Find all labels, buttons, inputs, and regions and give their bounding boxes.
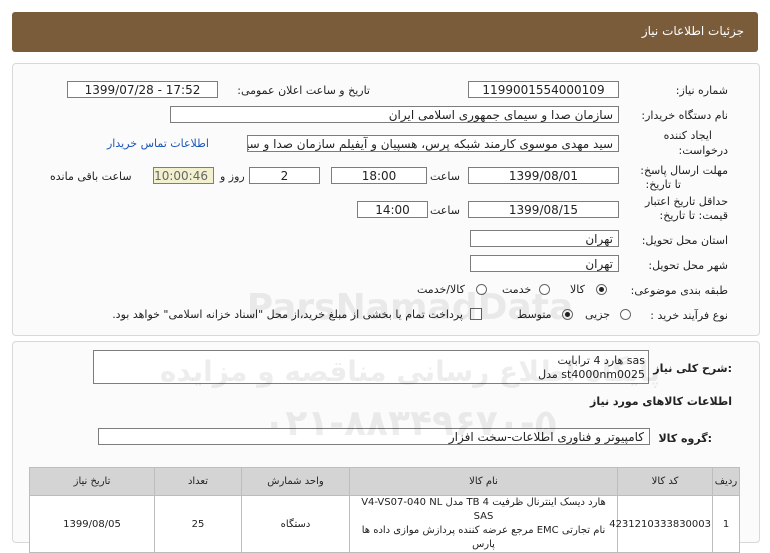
process-radio-minor[interactable] xyxy=(620,309,631,320)
remaining-time-label: ساعت باقی مانده xyxy=(50,170,132,183)
col-header-name: نام کالا xyxy=(349,467,618,496)
need-number-field[interactable]: 1199001554000109 xyxy=(468,81,619,98)
province-label: استان محل تحویل: xyxy=(641,234,728,247)
category-option-goods: کالا xyxy=(570,283,585,296)
validity-time-field[interactable]: 14:00 xyxy=(357,201,428,218)
announce-date-field[interactable]: 1399/07/28 - 17:52 xyxy=(67,81,218,98)
table-header-row: ردیف کد کالا نام کالا واحد شمارش تعداد ت… xyxy=(29,467,740,496)
page-title: جزئیات اطلاعات نیاز xyxy=(641,24,744,38)
buyer-field[interactable]: سازمان صدا و سیمای جمهوری اسلامی ایران xyxy=(170,106,619,123)
deadline-time-label: ساعت xyxy=(430,170,460,183)
buyer-contact-link[interactable]: اطلاعات تماس خریدار xyxy=(107,137,209,150)
goods-table: ردیف کد کالا نام کالا واحد شمارش تعداد ت… xyxy=(29,467,740,553)
goods-group-label: گروه کالا: xyxy=(658,432,712,445)
category-radio-goods[interactable] xyxy=(596,284,607,295)
cell-index: 1 xyxy=(712,495,740,553)
requester-label-1: ایجاد کننده xyxy=(663,129,712,142)
deadline-time-field[interactable]: 18:00 xyxy=(331,167,427,184)
process-option-medium: متوسط xyxy=(517,308,552,321)
description-line-1: هارد 4 ترابایت sas xyxy=(557,354,645,367)
process-radio-medium[interactable] xyxy=(562,309,573,320)
buyer-label: نام دستگاه خریدار: xyxy=(641,109,728,122)
deadline-date-field[interactable]: 1399/08/01 xyxy=(468,167,619,184)
validity-label-2: قیمت: تا تاریخ: xyxy=(659,209,728,222)
remaining-time-field: 10:00:46 xyxy=(153,167,214,184)
description-label: شرح کلی نیاز: xyxy=(653,362,732,375)
days-remaining-field[interactable]: 2 xyxy=(249,167,320,184)
process-label: نوع فرآیند خرید : xyxy=(650,309,728,322)
cell-unit: دستگاه xyxy=(241,495,350,553)
cell-date: 1399/08/05 xyxy=(29,495,155,553)
deadline-label-1: مهلت ارسال پاسخ: xyxy=(640,164,728,177)
announce-date-label: تاریخ و ساعت اعلان عمومی: xyxy=(237,84,370,97)
city-label: شهر محل تحویل: xyxy=(648,259,728,272)
days-label: روز و xyxy=(220,170,245,183)
category-radio-both[interactable] xyxy=(476,284,487,295)
table-row[interactable]: 1 4231210333830003 هارد دیسک اینترنال ظر… xyxy=(29,495,740,553)
cell-code: 4231210333830003 xyxy=(609,495,713,553)
city-field[interactable]: تهران xyxy=(470,255,619,272)
process-option-minor: جزیی xyxy=(585,308,611,321)
validity-label-1: حداقل تاریخ اعتبار xyxy=(644,195,728,208)
requester-field[interactable]: سید مهدی موسوی کارمند شبکه پرس، هسپیان و… xyxy=(247,135,619,152)
goods-section-title: اطلاعات کالاهای مورد نیاز xyxy=(590,395,732,408)
col-header-index: ردیف xyxy=(712,467,740,496)
cell-name-line-1: هارد دیسک اینترنال ظرفیت 4 TB مدل V4-VS0… xyxy=(361,497,606,522)
page-header: جزئیات اطلاعات نیاز xyxy=(12,12,758,52)
cell-name: هارد دیسک اینترنال ظرفیت 4 TB مدل V4-VS0… xyxy=(349,495,618,553)
cell-name-line-3: پارس xyxy=(472,539,495,550)
goods-group-field[interactable]: کامپیوتر و فناوری اطلاعات-سخت افزار xyxy=(98,428,650,445)
category-option-both: کالا/خدمت xyxy=(417,283,465,296)
treasury-payment-note: پرداخت تمام یا بخشی از مبلغ خرید،از محل … xyxy=(112,308,463,321)
cell-name-line-2: نام تجارتی EMC مرجع عرضه کننده پردازش مو… xyxy=(361,525,606,536)
description-box[interactable]: هارد 4 ترابایت sas مدل st4000nm0025 xyxy=(93,350,649,384)
deadline-label-2: تا تاریخ: xyxy=(645,178,681,191)
requester-label-2: درخواست: xyxy=(678,144,728,157)
col-header-unit: واحد شمارش xyxy=(241,467,350,496)
category-option-service: خدمت xyxy=(502,283,532,296)
col-header-code: کد کالا xyxy=(617,467,713,496)
treasury-payment-checkbox[interactable] xyxy=(470,308,482,320)
validity-date-field[interactable]: 1399/08/15 xyxy=(468,201,619,218)
col-header-date: تاریخ نیاز xyxy=(29,467,155,496)
province-field[interactable]: تهران xyxy=(470,230,619,247)
description-line-2: مدل st4000nm0025 xyxy=(538,368,645,381)
category-radio-service[interactable] xyxy=(539,284,550,295)
cell-qty: 25 xyxy=(154,495,242,553)
need-number-label: شماره نیاز: xyxy=(675,84,728,97)
col-header-qty: تعداد xyxy=(154,467,242,496)
validity-time-label: ساعت xyxy=(430,204,460,217)
category-label: طبقه بندی موضوعی: xyxy=(630,284,728,297)
